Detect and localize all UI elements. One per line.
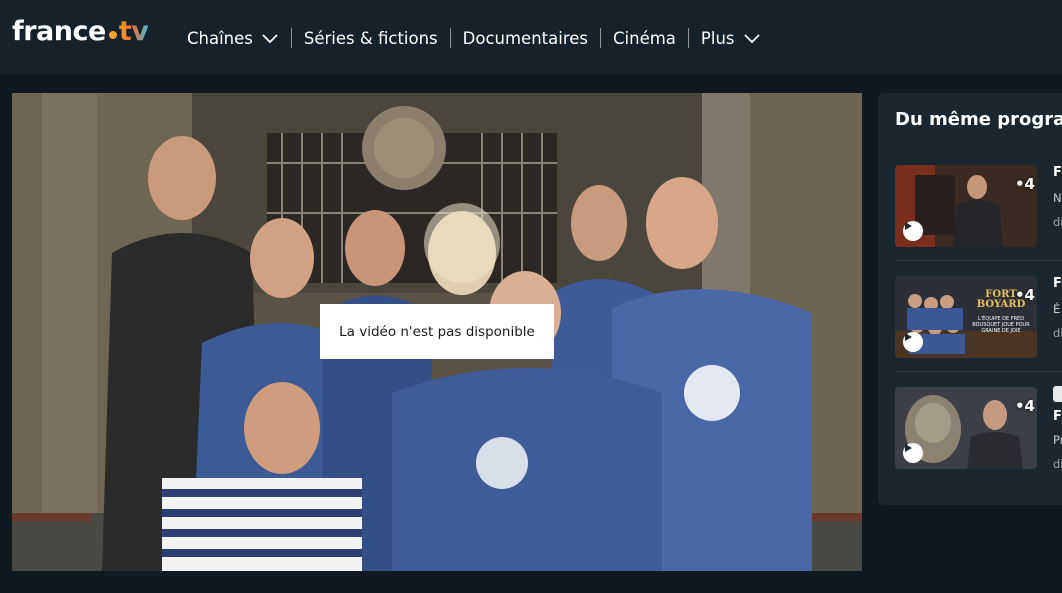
play-icon[interactable] (903, 332, 923, 352)
logo-dot (108, 30, 117, 39)
main-nav: Chaînes Séries & fictions Documentaires … (187, 26, 761, 50)
nav-item-label: Plus (700, 28, 735, 48)
episode-meta: di (1053, 215, 1062, 229)
logo-tv: tv (118, 16, 149, 47)
play-icon[interactable] (903, 221, 923, 241)
episode-card[interactable]: •4 Fo N di (895, 165, 1062, 247)
nav-divider (687, 28, 689, 48)
thumbnail-caption: L'ÉQUIPE DE FRED BOUSQUET JOUE POUR GRAI… (972, 316, 1030, 334)
episode-title: Fo (1053, 276, 1062, 291)
logo-text: france (12, 16, 106, 47)
nav-divider (449, 28, 451, 48)
nav-item-documentaires[interactable]: Documentaires (463, 29, 588, 48)
episode-subtitle: N (1053, 191, 1062, 205)
channel-badge: •4 (1014, 286, 1035, 304)
france-tv-logo[interactable]: france tv (12, 16, 149, 47)
chevron-down-icon (743, 34, 760, 44)
chevron-down-icon (262, 34, 278, 44)
nav-item-series-fictions[interactable]: Séries & fictions (304, 29, 438, 48)
nav-item-label: Chaînes (187, 28, 253, 48)
episode-subtitle: É (1053, 302, 1061, 316)
channel-badge: •4 (1014, 397, 1035, 415)
top-header: france tv Chaînes Séries & fictions Docum… (0, 0, 1062, 74)
nav-item-label: Documentaires (462, 28, 589, 48)
episode-thumbnail[interactable]: •4 (895, 387, 1037, 469)
same-program-sidebar: Du même programme •4 Fo N di (878, 93, 1062, 505)
nav-item-label: Séries & fictions (303, 28, 438, 48)
video-unavailable-message: La vidéo n'est pas disponible (320, 304, 554, 359)
card-divider (895, 371, 1062, 372)
nav-item-chaines[interactable]: Chaînes (187, 29, 279, 48)
play-icon[interactable] (903, 443, 923, 463)
episode-meta: di (1053, 457, 1062, 471)
episode-tag (1053, 386, 1062, 402)
channel-badge: •4 (1014, 175, 1035, 193)
nav-item-label: Cinéma (613, 28, 676, 48)
card-divider (895, 260, 1062, 261)
episode-title: Fo (1053, 409, 1062, 424)
nav-item-cinema[interactable]: Cinéma (613, 29, 676, 48)
episode-subtitle: Pr (1053, 433, 1062, 447)
nav-divider (600, 28, 602, 48)
sidebar-title: Du même programme (895, 109, 1062, 130)
episode-thumbnail[interactable]: FORT BOYARD L'ÉQUIPE DE FRED BOUSQUET JO… (895, 276, 1037, 358)
episode-card[interactable]: •4 Fo Pr di (895, 386, 1062, 471)
episode-thumbnail[interactable]: •4 (895, 165, 1037, 247)
episode-card[interactable]: FORT BOYARD L'ÉQUIPE DE FRED BOUSQUET JO… (895, 276, 1062, 358)
episode-meta: di (1053, 326, 1062, 340)
nav-divider (290, 28, 292, 48)
episode-title: Fo (1053, 165, 1062, 180)
nav-item-plus[interactable]: Plus (701, 29, 761, 48)
video-player[interactable]: La vidéo n'est pas disponible (12, 93, 862, 571)
